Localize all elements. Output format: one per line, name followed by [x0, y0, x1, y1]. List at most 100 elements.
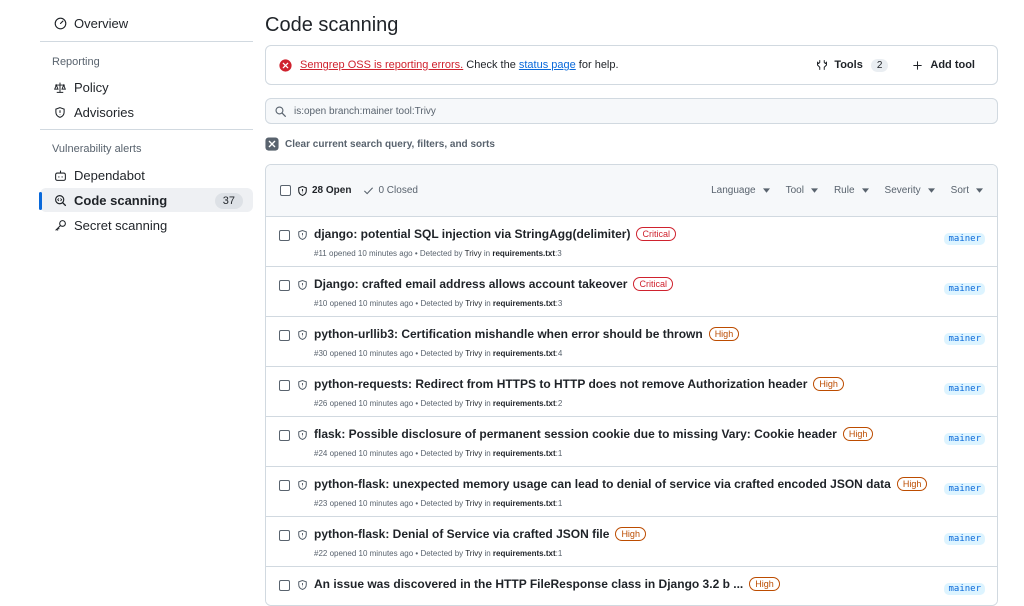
row-checkbox[interactable]: [279, 380, 290, 391]
meta-text: opened 10 minutes ago • Detected by: [327, 399, 466, 408]
row-checkbox[interactable]: [279, 280, 290, 291]
tool-error-link[interactable]: Semgrep OSS is reporting errors.: [300, 59, 463, 71]
banner-text: Check the: [463, 59, 519, 71]
sidebar-item-code-scanning[interactable]: Code scanning 37: [39, 188, 253, 212]
sidebar-item-advisories[interactable]: Advisories: [40, 100, 253, 124]
alert-title-text: Django: crafted email address allows acc…: [314, 277, 628, 291]
search-icon: [275, 105, 286, 117]
alert-row[interactable]: flask: Possible disclosure of permanent …: [266, 417, 997, 467]
shield-icon: [297, 229, 308, 241]
search-input[interactable]: is:open branch:mainer tool:Trivy: [265, 98, 998, 124]
file-path: requirements.txt: [492, 349, 556, 358]
row-checkbox[interactable]: [279, 580, 290, 591]
add-tool-label: Add tool: [930, 59, 975, 71]
sidebar-item-policy[interactable]: Policy: [40, 75, 253, 99]
alert-row[interactable]: python-flask: Denial of Service via craf…: [266, 517, 997, 567]
triangle-down-icon: [927, 188, 935, 193]
sidebar-item-label: Advisories: [74, 104, 134, 120]
alert-title[interactable]: An issue was discovered in the HTTP File…: [314, 577, 780, 591]
alert-meta: #23 opened 10 minutes ago • Detected by …: [314, 499, 562, 508]
triangle-down-icon: [762, 188, 770, 193]
row-checkbox[interactable]: [279, 230, 290, 241]
alert-title[interactable]: Django: crafted email address allows acc…: [314, 277, 673, 291]
triangle-down-icon: [976, 188, 983, 193]
tool-filter-dropdown[interactable]: Tool: [786, 185, 818, 196]
line-number: :1: [555, 449, 563, 458]
alert-title[interactable]: flask: Possible disclosure of permanent …: [314, 427, 874, 441]
alert-row[interactable]: python-urllib3: Certification mishandle …: [266, 317, 997, 367]
alert-meta: #11 opened 10 minutes ago • Detected by …: [314, 249, 562, 258]
meta-text: opened 10 minutes ago • Detected by: [327, 449, 466, 458]
page-title: Code scanning: [265, 14, 399, 36]
shield-icon: [297, 329, 308, 341]
severity-badge: High: [615, 527, 646, 541]
alert-title-text: python-requests: Redirect from HTTPS to …: [314, 377, 808, 391]
alert-number: #11: [314, 249, 327, 258]
alert-row[interactable]: An issue was discovered in the HTTP File…: [266, 567, 997, 605]
alert-title-text: django: potential SQL injection via Stri…: [314, 227, 631, 241]
alert-title[interactable]: python-flask: unexpected memory usage ca…: [314, 477, 928, 491]
branch-label: mainer: [944, 433, 985, 445]
language-filter-dropdown[interactable]: Language: [711, 185, 770, 196]
row-checkbox[interactable]: [279, 430, 290, 441]
tool-name: Trivy: [465, 349, 483, 358]
clear-filters-button[interactable]: Clear current search query, filters, and…: [265, 137, 495, 151]
add-tool-button[interactable]: Add tool: [912, 59, 975, 71]
alert-title[interactable]: python-flask: Denial of Service via craf…: [314, 527, 646, 541]
banner-text: for help.: [575, 59, 619, 71]
sidebar: Overview Reporting Policy Advisories Vul…: [39, 0, 253, 237]
severity-badge: High: [708, 327, 740, 341]
tools-button[interactable]: Tools 2: [816, 58, 889, 72]
alert-title[interactable]: python-requests: Redirect from HTTPS to …: [314, 377, 844, 391]
rule-filter-dropdown[interactable]: Rule: [834, 185, 869, 196]
clear-filters-label: Clear current search query, filters, and…: [285, 138, 495, 150]
alert-row[interactable]: Django: crafted email address allows acc…: [266, 267, 997, 317]
alert-number: #22: [314, 549, 328, 558]
meter-icon: [52, 15, 68, 31]
alert-row[interactable]: python-requests: Redirect from HTTPS to …: [266, 367, 997, 417]
severity-badge: High: [813, 377, 844, 391]
tool-name: Trivy: [465, 399, 483, 408]
shield-icon: [297, 479, 308, 491]
alert-row[interactable]: python-flask: unexpected memory usage ca…: [266, 467, 997, 517]
dependabot-icon: [52, 167, 68, 183]
filter-dropdowns: Language Tool Rule Severity Sort: [695, 185, 983, 196]
row-checkbox[interactable]: [279, 480, 290, 491]
meta-text: in: [482, 299, 493, 308]
alert-title[interactable]: python-urllib3: Certification mishandle …: [314, 327, 740, 341]
meta-text: opened 10 minutes ago • Detected by: [327, 549, 466, 558]
severity-badge: High: [749, 577, 780, 591]
sidebar-item-label: Policy: [74, 79, 109, 95]
sidebar-item-label: Secret scanning: [74, 217, 168, 233]
tool-name: Trivy: [465, 449, 483, 458]
tools-label: Tools: [834, 59, 863, 71]
alert-number: #10: [314, 299, 328, 308]
closed-filter-tab[interactable]: 0 Closed: [363, 185, 418, 196]
severity-filter-dropdown[interactable]: Severity: [885, 185, 935, 196]
close-square-icon: [265, 137, 279, 151]
alert-number: #30: [314, 349, 328, 358]
row-checkbox[interactable]: [279, 530, 290, 541]
sidebar-item-dependabot[interactable]: Dependabot: [40, 163, 253, 187]
search-query: is:open branch:mainer tool:Trivy: [294, 105, 436, 117]
sort-dropdown[interactable]: Sort: [951, 185, 983, 196]
sidebar-item-label: Code scanning: [74, 192, 168, 208]
file-path: requirements.txt: [492, 249, 556, 258]
severity-badge: High: [842, 427, 874, 441]
open-filter-tab[interactable]: 28 Open: [297, 185, 351, 197]
sidebar-item-secret-scanning[interactable]: Secret scanning: [40, 213, 253, 237]
shield-icon: [297, 579, 308, 591]
alert-row[interactable]: django: potential SQL injection via Stri…: [266, 217, 997, 267]
tools-count-badge: 2: [870, 58, 889, 72]
sidebar-heading-vulnerability-alerts: Vulnerability alerts: [52, 143, 142, 155]
alert-title[interactable]: django: potential SQL injection via Stri…: [314, 227, 676, 241]
sidebar-item-overview[interactable]: Overview: [40, 11, 253, 35]
tool-name: Trivy: [465, 499, 483, 508]
alert-title-text: python-flask: Denial of Service via craf…: [314, 527, 610, 541]
status-page-link[interactable]: status page: [519, 59, 576, 71]
file-path: requirements.txt: [492, 299, 556, 308]
meta-text: in: [482, 399, 493, 408]
select-all-checkbox[interactable]: [280, 185, 291, 196]
file-path: requirements.txt: [492, 549, 556, 558]
row-checkbox[interactable]: [279, 330, 290, 341]
